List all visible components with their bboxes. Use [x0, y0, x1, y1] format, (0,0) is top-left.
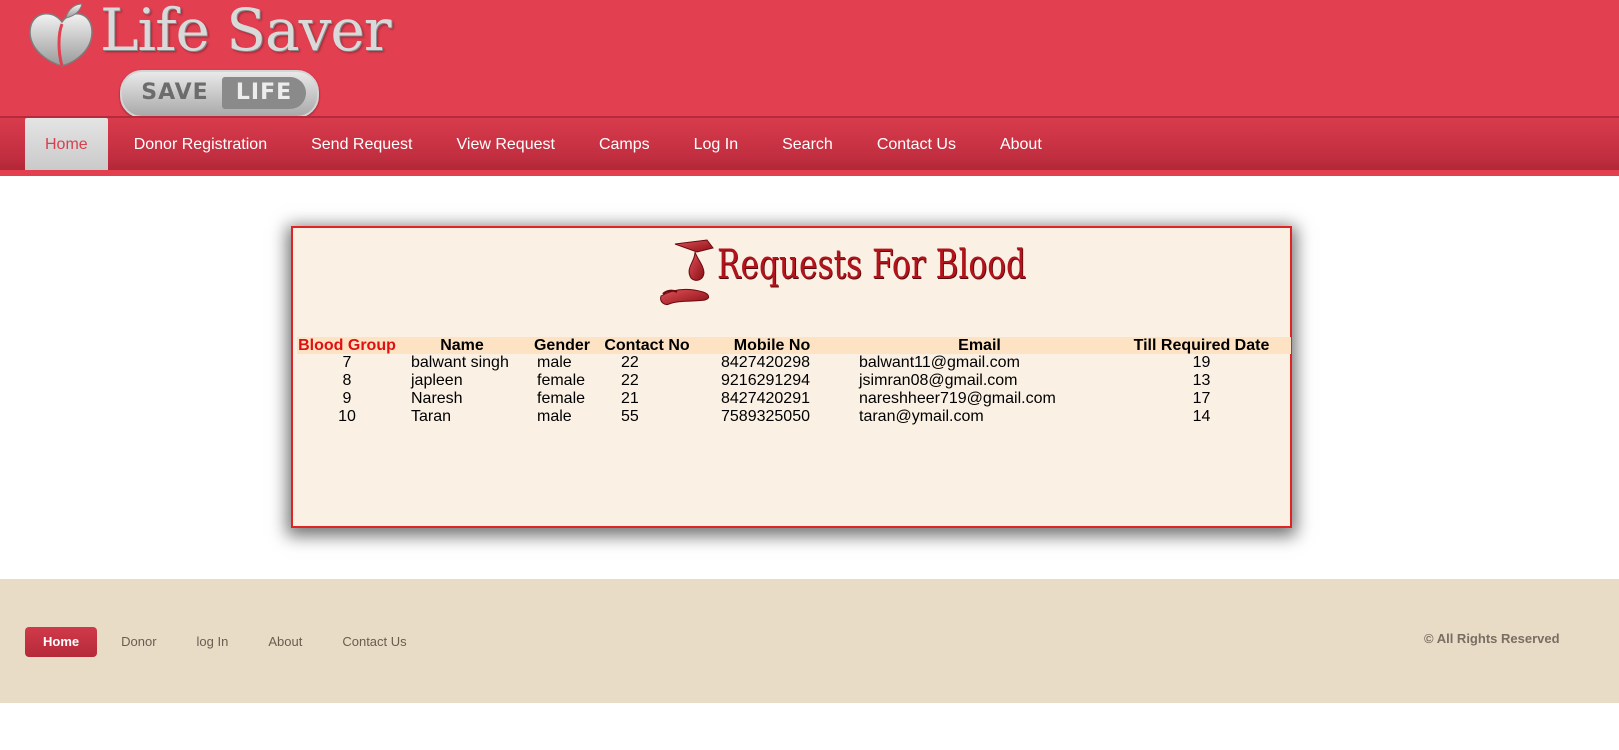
- table-row: 9 Naresh female 21 8427420291 nareshheer…: [297, 390, 1291, 408]
- blood-requests-table: Blood Group Name Gender Contact No Mobil…: [297, 337, 1291, 426]
- cell-till-required-date: 17: [1192, 390, 1211, 407]
- panel-title: Requests For Blood: [717, 242, 1026, 288]
- col-header-gender: Gender: [527, 337, 597, 354]
- cell-blood-group: 8: [342, 372, 352, 389]
- table-row: 10 Taran male 55 7589325050 taran@ymail.…: [297, 408, 1291, 426]
- badge-save-text: SAVE: [141, 80, 209, 105]
- col-header-blood-group: Blood Group: [297, 337, 397, 354]
- cell-email: balwant11@gmail.com: [859, 354, 1020, 371]
- col-header-till-required-date: Till Required Date: [1112, 337, 1291, 354]
- cell-name: balwant singh: [411, 354, 509, 371]
- nav-item-home[interactable]: Home: [25, 118, 108, 172]
- site-footer: Home Donor log In About Contact Us © All…: [0, 579, 1619, 703]
- site-header: Life Saver SAVE LIFE Home Donor Registra…: [0, 0, 1619, 176]
- nav-item-log-in[interactable]: Log In: [672, 118, 760, 172]
- nav-item-view-request[interactable]: View Request: [435, 118, 577, 172]
- nav-item-donor-registration[interactable]: Donor Registration: [112, 118, 289, 172]
- panel-title-area: Requests For Blood: [293, 228, 1290, 328]
- cell-contact-no: 22: [621, 372, 639, 389]
- cell-mobile-no: 9216291294: [721, 372, 810, 389]
- badge-life-text: LIFE: [222, 77, 306, 109]
- navbar-bottom-strip: [0, 170, 1619, 176]
- cell-contact-no: 55: [621, 408, 639, 425]
- save-life-badge: SAVE LIFE: [120, 70, 319, 118]
- cell-till-required-date: 14: [1192, 408, 1211, 425]
- cell-blood-group: 9: [342, 390, 352, 407]
- cell-gender: female: [537, 372, 586, 389]
- site-logo[interactable]: Life Saver SAVE LIFE: [22, 0, 391, 118]
- cell-name: Naresh: [411, 390, 463, 407]
- blood-requests-panel: Requests For Blood Blood Group Name Gend…: [291, 226, 1292, 528]
- cell-mobile-no: 8427420291: [721, 390, 810, 407]
- cell-email: jsimran08@gmail.com: [859, 372, 1018, 389]
- apple-heart-logo-icon: [29, 3, 93, 67]
- nav-item-search[interactable]: Search: [760, 118, 855, 172]
- footer-nav-log-in[interactable]: log In: [177, 627, 249, 657]
- cell-mobile-no: 7589325050: [721, 408, 810, 425]
- nav-item-camps[interactable]: Camps: [577, 118, 672, 172]
- cell-till-required-date: 19: [1192, 354, 1211, 371]
- table-header-row: Blood Group Name Gender Contact No Mobil…: [297, 337, 1291, 354]
- cell-email: nareshheer719@gmail.com: [859, 390, 1056, 407]
- footer-nav-about[interactable]: About: [248, 627, 322, 657]
- col-header-contact-no: Contact No: [597, 337, 697, 354]
- cell-mobile-no: 8427420298: [721, 354, 810, 371]
- copyright-text: © All Rights Reserved: [1424, 631, 1560, 646]
- cell-gender: female: [537, 390, 586, 407]
- cell-blood-group: 10: [338, 408, 356, 425]
- cell-blood-group: 7: [342, 354, 352, 371]
- cell-till-required-date: 13: [1192, 372, 1211, 389]
- footer-nav: Home Donor log In About Contact Us: [25, 627, 427, 657]
- table-row: 7 balwant singh male 22 8427420298 balwa…: [297, 354, 1291, 372]
- cell-contact-no: 22: [621, 354, 639, 371]
- cell-gender: male: [537, 354, 572, 371]
- brand-title: Life Saver: [100, 0, 391, 64]
- nav-item-about[interactable]: About: [978, 118, 1064, 172]
- footer-nav-home[interactable]: Home: [25, 627, 98, 657]
- cell-contact-no: 21: [621, 390, 639, 407]
- nav-item-send-request[interactable]: Send Request: [289, 118, 434, 172]
- footer-nav-donor[interactable]: Donor: [101, 627, 176, 657]
- col-header-name: Name: [397, 337, 527, 354]
- main-navbar: Home Donor Registration Send Request Vie…: [0, 116, 1619, 172]
- table-row: 8 japleen female 22 9216291294 jsimran08…: [297, 372, 1291, 390]
- nav-item-contact-us[interactable]: Contact Us: [855, 118, 978, 172]
- cell-gender: male: [537, 408, 572, 425]
- cell-email: taran@ymail.com: [859, 408, 984, 425]
- footer-nav-contact-us[interactable]: Contact Us: [322, 627, 426, 657]
- main-nav-list: Home Donor Registration Send Request Vie…: [25, 118, 1064, 172]
- col-header-mobile-no: Mobile No: [697, 337, 847, 354]
- cell-name: Taran: [411, 408, 452, 425]
- cell-name: japleen: [411, 372, 463, 389]
- col-header-email: Email: [847, 337, 1112, 354]
